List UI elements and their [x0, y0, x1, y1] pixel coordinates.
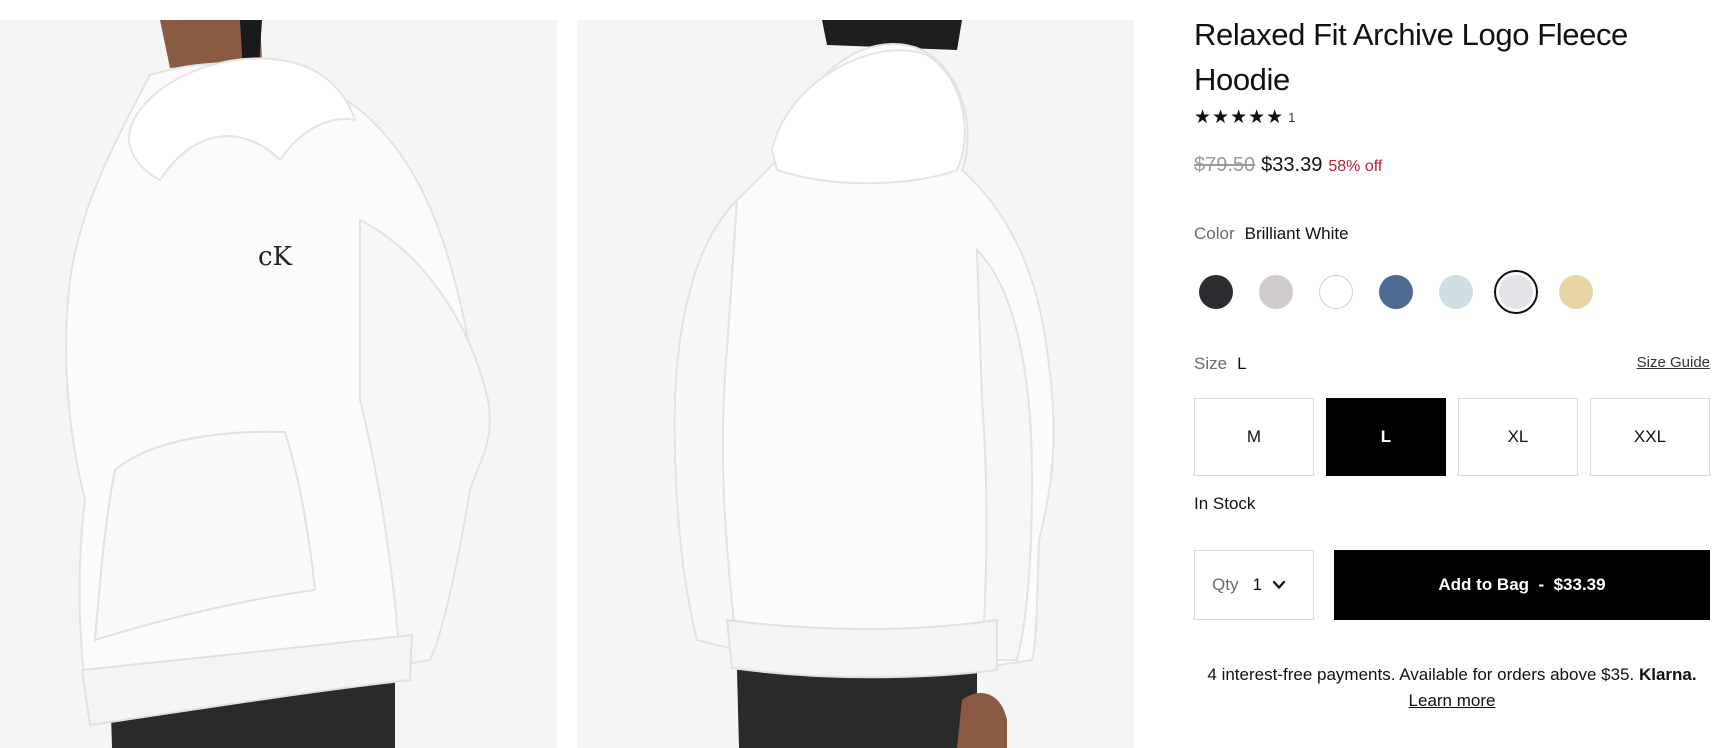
white-swatch[interactable] — [1314, 270, 1358, 314]
hoodie-back-illustration — [577, 20, 1134, 748]
selected-color: Brilliant White — [1244, 224, 1349, 243]
original-price: $79.50 — [1194, 154, 1256, 176]
price-row: $79.50 $33.39 58% off — [1194, 154, 1382, 177]
rating-stars-icon: ★★★★★ — [1194, 107, 1285, 128]
brilliant-white-swatch[interactable] — [1494, 270, 1538, 314]
size-row: Size L Size Guide — [1194, 354, 1710, 374]
pale-blue-swatch[interactable] — [1434, 270, 1478, 314]
qty-label: Qty — [1212, 575, 1239, 594]
sale-price: $33.39 — [1261, 154, 1323, 176]
swatch-color-dot — [1259, 275, 1293, 309]
swatch-color-dot — [1319, 275, 1353, 309]
quantity-select[interactable]: Qty 1 — [1194, 550, 1314, 620]
klarna-message: 4 interest-free payments. Available for … — [1194, 662, 1710, 714]
swatch-color-dot — [1439, 275, 1473, 309]
size-guide-link[interactable]: Size Guide — [1637, 354, 1710, 371]
size-option-xxl[interactable]: XXL — [1590, 398, 1710, 476]
chevron-down-icon — [1272, 580, 1286, 589]
learn-more-link[interactable]: Learn more — [1409, 691, 1496, 710]
discount-badge: 58% off — [1328, 158, 1383, 175]
size-option-m[interactable]: M — [1194, 398, 1314, 476]
swatch-color-dot — [1499, 275, 1533, 309]
hoodie-front-illustration: cK — [0, 20, 557, 748]
qty-value: 1 — [1252, 575, 1262, 594]
swatch-color-dot — [1559, 275, 1593, 309]
size-option-xl[interactable]: XL — [1458, 398, 1578, 476]
product-title: Relaxed Fit Archive Logo Fleece Hoodie — [1194, 17, 1628, 97]
swatch-color-dot — [1199, 275, 1233, 309]
color-swatches — [1194, 270, 1594, 314]
product-image-front[interactable]: cK — [0, 20, 557, 748]
color-label: Color — [1194, 224, 1235, 243]
black-swatch[interactable] — [1194, 270, 1238, 314]
add-to-bag-button[interactable]: Add to Bag - $33.39 — [1334, 550, 1710, 620]
review-count: 1 — [1288, 110, 1296, 125]
size-option-l[interactable]: L — [1326, 398, 1446, 476]
selected-size: L — [1237, 354, 1247, 373]
size-label: Size — [1194, 354, 1228, 373]
product-info-panel: Relaxed Fit Archive Logo Fleece Hoodie ★… — [1194, 0, 1710, 748]
denim-blue-swatch[interactable] — [1374, 270, 1418, 314]
product-image-back[interactable] — [577, 20, 1134, 748]
klarna-logo: Klarna. — [1638, 665, 1697, 684]
light-grey-swatch[interactable] — [1254, 270, 1298, 314]
color-row: Color Brilliant White — [1194, 224, 1349, 244]
swatch-color-dot — [1379, 275, 1413, 309]
product-rating[interactable]: ★★★★★ 1 — [1194, 106, 1295, 130]
stock-status: In Stock — [1194, 494, 1256, 513]
ck-logo: cK — [258, 242, 293, 272]
sand-swatch[interactable] — [1554, 270, 1598, 314]
size-options: M L XL XXL — [1194, 398, 1710, 476]
product-gallery: cK — [0, 20, 1134, 748]
klarna-text: 4 interest-free payments. Available for … — [1207, 665, 1635, 684]
